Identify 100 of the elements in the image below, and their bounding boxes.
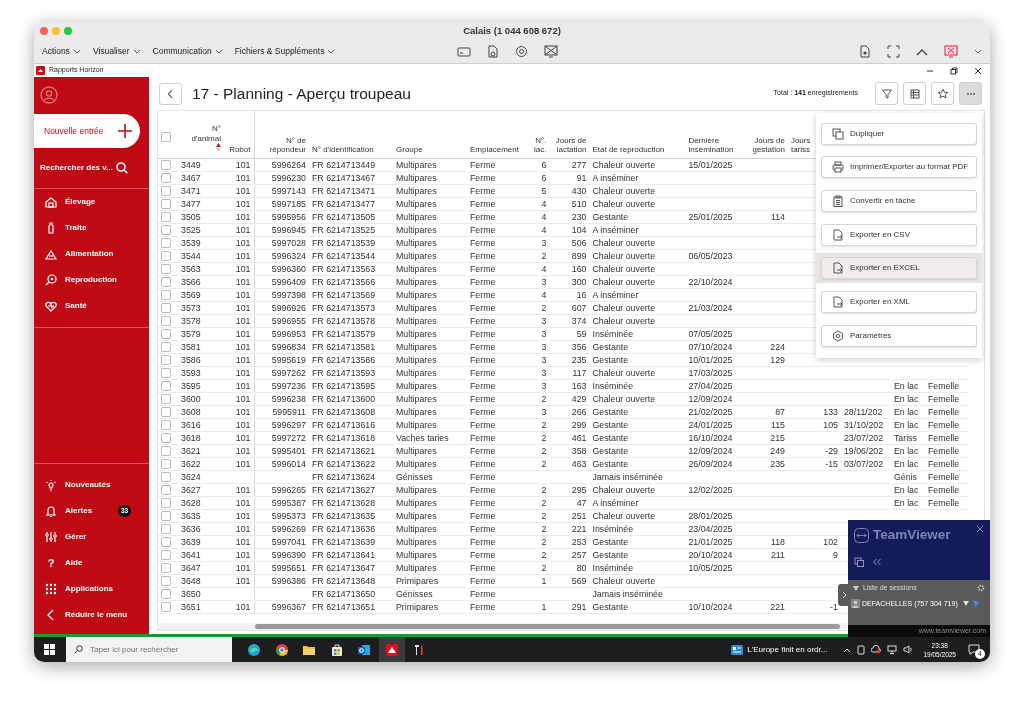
card-icon xyxy=(457,45,472,58)
menu-button[interactable]: Communication xyxy=(152,45,223,58)
row-checkbox[interactable] xyxy=(161,601,171,612)
news-widget[interactable]: L'Europe finit en ordr... xyxy=(725,642,834,657)
menu-item[interactable]: Convertir en tâche xyxy=(821,190,977,213)
notification-button[interactable] xyxy=(968,644,980,655)
row-checkbox[interactable] xyxy=(161,445,171,456)
row-checkbox[interactable] xyxy=(161,367,171,378)
menu-item[interactable]: Imprimer/Exporter au format PDF xyxy=(821,156,977,179)
chevron-up-icon xyxy=(916,47,928,56)
table-cell: FR 6214713573 xyxy=(312,302,376,313)
row-checkbox[interactable] xyxy=(161,276,171,287)
minimize-button[interactable] xyxy=(52,27,60,35)
nav-item[interactable]: Santé xyxy=(34,293,149,319)
search-button[interactable]: Rechercher des v... xyxy=(34,148,149,188)
row-checkbox[interactable] xyxy=(161,341,171,352)
nav-item[interactable]: Nouveautés xyxy=(34,472,149,498)
row-checkbox[interactable] xyxy=(161,588,171,599)
row-checkbox[interactable] xyxy=(161,562,171,573)
row-checkbox[interactable] xyxy=(161,289,171,300)
scrollbar-thumb[interactable] xyxy=(255,624,840,629)
menu-item[interactable]: Paramètres xyxy=(821,324,977,347)
help-glyph: ? xyxy=(46,555,56,571)
row-checkbox[interactable] xyxy=(161,185,171,196)
taskbar-search-field[interactable]: Taper ici pour rechercher xyxy=(66,637,232,662)
row-checkbox[interactable] xyxy=(161,393,171,404)
row-checkbox[interactable] xyxy=(161,211,171,222)
menu-button[interactable]: Visualiser xyxy=(92,45,141,58)
row-checkbox[interactable] xyxy=(161,302,171,313)
row-checkbox[interactable] xyxy=(161,575,171,586)
table-cell: 101 xyxy=(235,432,251,443)
row-checkbox[interactable] xyxy=(161,328,171,339)
table-cell: FR 6214713467 xyxy=(312,172,376,183)
nav-item[interactable]: Élevage xyxy=(34,189,149,215)
row-checkbox[interactable] xyxy=(161,380,171,391)
menu-item[interactable]: Dupliquer xyxy=(821,122,977,145)
row-checkbox[interactable] xyxy=(161,484,171,495)
row-checkbox[interactable] xyxy=(161,198,171,209)
table-cell: 16 xyxy=(576,289,587,300)
table-cell: FR 6214713544 xyxy=(312,250,376,261)
table-cell: 1 xyxy=(541,601,547,612)
nav-item[interactable]: Reproduction xyxy=(34,267,149,293)
table-cell: 5996834 xyxy=(271,341,306,352)
table-cell: 101 xyxy=(235,406,251,417)
select-all-checkbox[interactable] xyxy=(161,132,171,142)
table-cell: 3578 xyxy=(181,315,201,326)
new-entry-button[interactable]: Nouvelle entrée xyxy=(34,114,140,148)
row-checkbox[interactable] xyxy=(161,432,171,443)
filter-button[interactable] xyxy=(875,82,898,105)
nav-item[interactable]: Applications xyxy=(34,576,149,602)
nav-item[interactable]: ? Aide xyxy=(34,550,149,576)
menu-item[interactable]: Exporter en EXCEL xyxy=(821,257,977,280)
table-cell: 2 xyxy=(541,302,547,313)
table-cell: 101 xyxy=(235,601,251,612)
columns-button[interactable] xyxy=(903,82,926,105)
row-checkbox[interactable] xyxy=(161,536,171,547)
table-cell: 101 xyxy=(235,289,251,300)
nav-item[interactable]: Gérer xyxy=(34,524,149,550)
table-cell: Ferme xyxy=(470,172,496,183)
table-cell: 5996238 xyxy=(271,393,306,404)
table-cell: 3467 xyxy=(181,172,201,183)
window-close-button[interactable] xyxy=(40,27,48,35)
menu-button[interactable]: Actions xyxy=(42,45,81,58)
row-checkbox[interactable] xyxy=(161,406,171,417)
table-cell: 3477 xyxy=(181,198,201,209)
menu-item[interactable]: Exporter en CSV xyxy=(821,223,977,246)
row-checkbox[interactable] xyxy=(161,458,171,469)
zoom-button[interactable] xyxy=(64,27,72,35)
row-checkbox[interactable] xyxy=(161,315,171,326)
table-cell: 463 xyxy=(571,458,587,469)
table-cell: Ferme xyxy=(470,159,496,170)
favorite-button[interactable] xyxy=(931,82,954,105)
table-cell: Ferme xyxy=(470,315,496,326)
row-checkbox[interactable] xyxy=(161,471,171,482)
expand-tab[interactable] xyxy=(838,584,850,606)
table-cell: Ferme xyxy=(470,458,496,469)
more-button[interactable] xyxy=(959,82,982,105)
table-cell: Vaches taries xyxy=(396,432,449,443)
nav-item[interactable]: Alimentation xyxy=(34,241,149,267)
menu-item[interactable]: Exporter en XML xyxy=(821,291,977,314)
row-checkbox[interactable] xyxy=(161,523,171,534)
row-checkbox[interactable] xyxy=(161,237,171,248)
file-export-icon xyxy=(832,262,844,275)
row-checkbox[interactable] xyxy=(161,497,171,508)
back-button[interactable] xyxy=(159,82,182,105)
table-cell: Ferme xyxy=(470,276,496,287)
taskbar-app-button[interactable] xyxy=(378,637,405,662)
row-checkbox[interactable] xyxy=(161,510,171,521)
row-checkbox[interactable] xyxy=(161,354,171,365)
nav-item[interactable]: Réduire le menu xyxy=(34,602,149,628)
menu-button[interactable]: Fichiers & Suppléments xyxy=(234,45,336,58)
row-checkbox[interactable] xyxy=(161,419,171,430)
row-checkbox[interactable] xyxy=(161,263,171,274)
table-cell: 3 xyxy=(541,367,547,378)
row-checkbox[interactable] xyxy=(161,250,171,261)
row-checkbox[interactable] xyxy=(161,224,171,235)
row-checkbox[interactable] xyxy=(161,549,171,560)
nav-item[interactable]: Traite xyxy=(34,215,149,241)
row-checkbox[interactable] xyxy=(161,172,171,183)
row-checkbox[interactable] xyxy=(161,159,171,170)
